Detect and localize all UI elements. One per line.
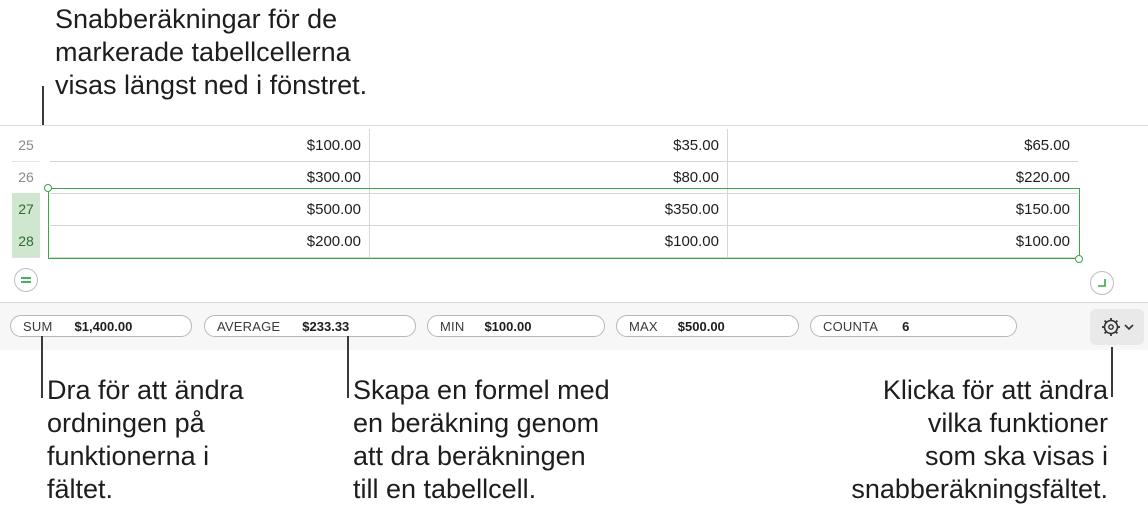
corner-resize-icon: [1098, 279, 1106, 287]
callout-line: visas längst ned i fönstret.: [55, 70, 368, 100]
callout-bottom-left: Dra för att ändra ordningen på funktione…: [47, 374, 244, 506]
table-cell[interactable]: $100.00: [50, 129, 370, 161]
quick-calc-bar: SUM $1,400.00 AVERAGE $233.33 MIN $100.0…: [0, 302, 1148, 350]
selection-handle-bottom-right[interactable]: [1075, 255, 1083, 263]
calc-value: 6: [902, 318, 910, 334]
calc-value: $500.00: [677, 318, 725, 334]
table-cell[interactable]: $65.00: [728, 129, 1078, 161]
counta-calc-pill[interactable]: COUNTA 6: [810, 315, 1017, 337]
callout-line: Skapa en formel med: [353, 375, 610, 405]
row-header-27[interactable]: 27: [12, 193, 40, 226]
calc-settings-button[interactable]: [1090, 309, 1144, 345]
callout-line: ordningen på: [47, 408, 205, 438]
callout-line: Dra för att ändra: [47, 375, 244, 405]
calc-label: COUNTA: [823, 318, 879, 334]
calc-value: $1,400.00: [74, 318, 133, 334]
table-row: $100.00 $35.00 $65.00: [50, 129, 1078, 162]
row-header-25[interactable]: 25: [12, 129, 40, 162]
row-header-28[interactable]: 28: [12, 225, 40, 258]
callout-line: vilka funktioner: [927, 408, 1108, 438]
add-row-button[interactable]: [14, 268, 38, 292]
calc-value: $233.33: [302, 318, 350, 334]
sum-calc-pill[interactable]: SUM $1,400.00: [10, 315, 192, 337]
table-cell[interactable]: $220.00: [728, 161, 1078, 193]
row-header-26[interactable]: 26: [12, 161, 40, 194]
callout-line: som ska visas i: [924, 441, 1108, 471]
table-cell[interactable]: $35.00: [370, 129, 728, 161]
table-cell[interactable]: $200.00: [50, 225, 370, 257]
equals-icon: [21, 277, 31, 283]
calc-label: SUM: [23, 318, 53, 334]
selection-handle-top-left[interactable]: [44, 184, 52, 192]
calc-label: MAX: [629, 318, 658, 334]
callout-line: Klicka för att ändra: [882, 375, 1108, 405]
calc-label: AVERAGE: [217, 318, 281, 334]
table-row: $300.00 $80.00 $220.00: [50, 161, 1078, 194]
leader-line-mid: [347, 336, 349, 398]
callout-line: markerade tabellcellerna: [55, 37, 351, 67]
resize-table-button[interactable]: [1090, 271, 1114, 295]
spreadsheet-window: 25 26 27 28 $100.00 $35.00 $65.00 $300.0…: [0, 125, 1148, 350]
callout-bottom-right: Klicka för att ändra vilka funktioner so…: [851, 374, 1108, 506]
callout-line: till en tabellcell.: [353, 474, 537, 504]
callout-line: snabberäkningsfältet.: [851, 474, 1108, 504]
table-cell[interactable]: $150.00: [728, 193, 1078, 225]
table-cell[interactable]: $100.00: [728, 225, 1078, 257]
callout-bottom-mid: Skapa en formel med en beräkning genom a…: [353, 374, 610, 506]
table-cell[interactable]: $350.00: [370, 193, 728, 225]
calc-value: $100.00: [484, 318, 532, 334]
chevron-down-icon: [1123, 324, 1134, 331]
table-cell[interactable]: $500.00: [50, 193, 370, 225]
table-cell[interactable]: $100.00: [370, 225, 728, 257]
calc-label: MIN: [440, 318, 465, 334]
table-cell[interactable]: $300.00: [50, 161, 370, 193]
callout-line: funktionerna i: [47, 441, 210, 471]
callout-line: att dra beräkningen: [353, 441, 586, 471]
callout-line: fältet.: [47, 474, 114, 504]
callout-top: Snabberäkningar för de markerade tabellc…: [55, 3, 367, 102]
leader-line-left: [41, 336, 43, 398]
average-calc-pill[interactable]: AVERAGE $233.33: [204, 315, 416, 337]
table-row: $200.00 $100.00 $100.00: [50, 225, 1078, 258]
table-row: $500.00 $350.00 $150.00: [50, 193, 1078, 226]
callout-line: en beräkning genom: [353, 408, 600, 438]
gear-icon: [1101, 318, 1120, 336]
max-calc-pill[interactable]: MAX $500.00: [616, 315, 799, 337]
callout-line: Snabberäkningar för de: [55, 4, 338, 34]
leader-line-right: [1111, 347, 1113, 397]
table-cell[interactable]: $80.00: [370, 161, 728, 193]
min-calc-pill[interactable]: MIN $100.00: [427, 315, 605, 337]
